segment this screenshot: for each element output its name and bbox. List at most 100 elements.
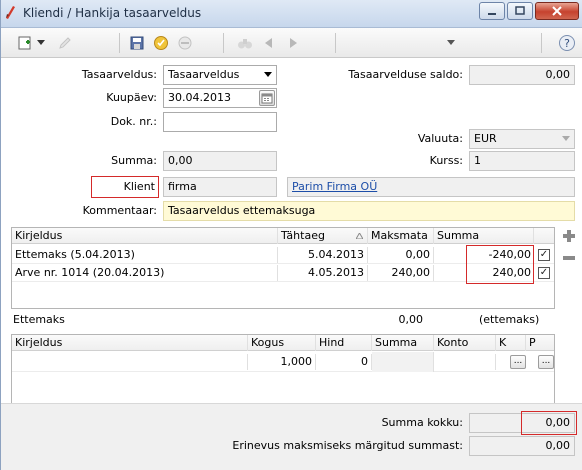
new-document-button[interactable]	[15, 33, 35, 53]
sort-ascending-icon	[356, 233, 363, 239]
table-row[interactable]: 1,000 0 ... ...	[12, 352, 554, 372]
cell-hind[interactable]: 0	[316, 354, 372, 370]
column-header-maksmata[interactable]: Maksmata	[368, 228, 434, 244]
form-content: Tasaarveldus: Tasaarveldus Tasaarvelduse…	[1, 58, 582, 470]
summa-kokku-label: Summa kokku:	[381, 416, 463, 429]
invoices-grid: Kirjeldus Tähtaeg Maksmata Summa Ettemak…	[11, 227, 555, 309]
cell-kirjeldus: Ettemaks (5.04.2013)	[12, 247, 278, 263]
column-header-hind[interactable]: Hind	[316, 335, 372, 351]
cell-kirjeldus: Arve nr. 1014 (20.04.2013)	[12, 265, 278, 281]
k-lookup-button[interactable]: ...	[510, 355, 526, 369]
chevron-down-icon	[562, 136, 570, 141]
toolbar: ?	[1, 28, 582, 58]
row-checkbox[interactable]: ✓	[538, 267, 550, 279]
toolbar-separator	[541, 33, 542, 53]
kurss-label: Kurss:	[429, 154, 463, 167]
find-button[interactable]	[235, 33, 255, 53]
klient-label: Klient	[123, 180, 155, 193]
edit-button[interactable]	[55, 33, 75, 53]
column-header-summa[interactable]: Summa	[372, 335, 434, 351]
cell-maksmata: 0,00	[368, 247, 434, 263]
column-header-konto[interactable]: Konto	[434, 335, 496, 351]
tasaarveldus-label: Tasaarveldus:	[81, 68, 157, 81]
klient-name-field[interactable]: Parim Firma OÜ	[287, 177, 575, 197]
row-checkbox[interactable]: ✓	[538, 249, 550, 261]
minimize-icon	[488, 13, 496, 15]
tasaarveldus-select[interactable]: Tasaarveldus	[163, 65, 277, 85]
app-icon	[6, 6, 15, 19]
save-icon	[130, 36, 144, 50]
calendar-button[interactable]	[259, 90, 275, 106]
cell-konto[interactable]	[434, 354, 496, 370]
binoculars-icon	[238, 39, 252, 49]
options-dropdown-button[interactable]	[445, 33, 457, 53]
toolbar-separator	[119, 33, 120, 53]
window: Kliendi / Hankija tasaarveldus ? Tasaarv…	[0, 0, 582, 470]
maximize-button[interactable]	[507, 2, 533, 20]
column-header-tahtaeg-label: Tähtaeg	[281, 229, 325, 242]
kurss-field: 1	[469, 151, 575, 171]
close-icon	[552, 6, 562, 16]
items-grid: Kirjeldus Kogus Hind Summa Konto K P 1,0…	[11, 334, 555, 404]
cell-maksmata: 240,00	[368, 265, 434, 281]
p-lookup-button[interactable]: ...	[538, 355, 554, 369]
column-header-tahtaeg[interactable]: Tähtaeg	[278, 228, 368, 244]
ettemaks-label: Ettemaks	[13, 313, 65, 326]
toolbar-separator	[223, 33, 224, 53]
minus-icon	[563, 256, 575, 260]
klient-code-field[interactable]: firma	[163, 177, 277, 197]
saldo-label: Tasaarvelduse saldo:	[348, 68, 463, 81]
summa-kokku-highlight	[521, 411, 577, 435]
column-header-k[interactable]: K	[496, 335, 526, 351]
save-button[interactable]	[127, 33, 147, 53]
cell-tahtaeg: 5.04.2013	[278, 247, 368, 263]
column-header-kirjeldus[interactable]: Kirjeldus	[12, 228, 278, 244]
klient-name-link[interactable]: Parim Firma OÜ	[292, 180, 377, 193]
new-dropdown-button[interactable]	[35, 33, 47, 53]
dok-label: Dok. nr.:	[110, 115, 157, 128]
erinevus-label: Erinevus maksmiseks märgitud summast:	[232, 439, 463, 452]
summa-highlight	[466, 245, 534, 284]
toolbar-separator	[335, 33, 336, 53]
next-button[interactable]	[283, 33, 303, 53]
minus-circle-icon	[178, 36, 192, 50]
tasaarveldus-value: Tasaarveldus	[168, 68, 240, 81]
cell-kirjeldus[interactable]	[12, 354, 248, 370]
delete-button[interactable]	[175, 33, 195, 53]
plus-icon	[563, 230, 575, 242]
pencil-icon	[59, 37, 71, 49]
close-button[interactable]	[535, 2, 579, 20]
title-bar: Kliendi / Hankija tasaarveldus	[1, 0, 582, 28]
kuupaev-value: 30.04.2013	[168, 91, 231, 104]
kuupaev-label: Kuupäev:	[106, 91, 157, 104]
previous-button[interactable]	[259, 33, 279, 53]
totals-panel: Summa kokku: 0,00 Erinevus maksmiseks mä…	[1, 403, 582, 470]
kommentaar-field[interactable]: Tasaarveldus ettemaksuga	[163, 201, 575, 221]
chevron-down-icon	[37, 40, 45, 45]
minimize-button[interactable]	[479, 2, 505, 20]
valuuta-value: EUR	[474, 132, 497, 145]
cell-kogus[interactable]: 1,000	[248, 354, 316, 370]
column-header-kirjeldus[interactable]: Kirjeldus	[12, 335, 248, 351]
column-header-summa[interactable]: Summa	[434, 228, 534, 244]
approve-button[interactable]	[151, 33, 171, 53]
add-row-button[interactable]	[561, 228, 577, 244]
help-button[interactable]: ?	[557, 33, 577, 53]
valuuta-label: Valuuta:	[417, 132, 463, 145]
help-icon: ?	[559, 35, 575, 51]
arrow-right-icon	[290, 38, 297, 48]
chevron-down-icon	[447, 40, 455, 45]
items-grid-header: Kirjeldus Kogus Hind Summa Konto K P	[12, 335, 554, 351]
new-document-icon	[18, 36, 31, 50]
maximize-icon	[515, 6, 525, 15]
saldo-field: 0,00	[469, 65, 575, 85]
dok-field[interactable]	[163, 112, 277, 132]
column-header-p[interactable]: P	[526, 335, 554, 351]
column-header-kogus[interactable]: Kogus	[248, 335, 316, 351]
invoices-grid-header: Kirjeldus Tähtaeg Maksmata Summa	[12, 228, 554, 244]
valuuta-select[interactable]: EUR	[469, 129, 575, 149]
remove-row-button[interactable]	[561, 250, 577, 266]
window-title: Kliendi / Hankija tasaarveldus	[23, 6, 202, 20]
ettemaks-suffix: (ettemaks)	[479, 313, 540, 326]
summa-label: Summa:	[111, 154, 157, 167]
